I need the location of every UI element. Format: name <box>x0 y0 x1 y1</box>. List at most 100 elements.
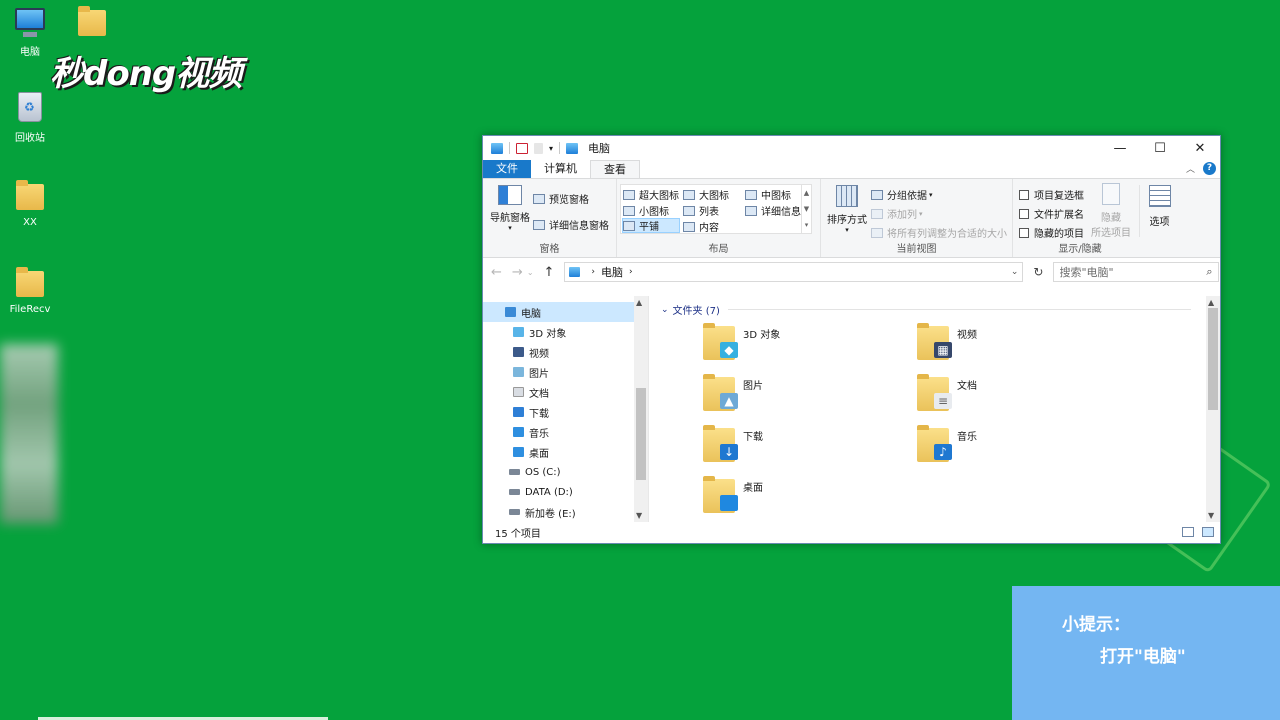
navigation-pane-button[interactable]: 导航窗格 ▾ <box>488 185 532 232</box>
medium-icons-icon <box>745 189 757 200</box>
nav-item-drive-c[interactable]: OS (C:) <box>483 462 648 482</box>
size-columns-icon <box>871 227 883 238</box>
documents-icon <box>513 387 524 397</box>
address-dropdown-icon[interactable]: ⌄ <box>1011 267 1019 277</box>
desktop-icon-folder[interactable] <box>62 6 122 43</box>
help-icon[interactable]: ? <box>1203 162 1216 175</box>
layout-details[interactable]: 详细信息 <box>745 203 801 218</box>
nav-item-music[interactable]: 音乐 <box>483 422 648 442</box>
nav-item-3d-objects[interactable]: 3D 对象 <box>483 322 648 342</box>
scroll-down-icon[interactable]: ▼ <box>636 511 642 520</box>
folder-icon: ▦ <box>917 323 952 360</box>
nav-item-desktop[interactable]: 桌面 <box>483 442 648 462</box>
layout-gallery-scroll[interactable]: ▲ ▼ ▾ <box>801 185 811 233</box>
file-extensions-toggle[interactable]: 文件扩展名 <box>1019 206 1084 221</box>
folder-icon <box>703 476 738 513</box>
details-view-icon[interactable] <box>1182 527 1194 537</box>
layout-list[interactable]: 列表 <box>683 203 719 218</box>
preview-pane-button[interactable]: 预览窗格 <box>533 191 589 206</box>
tab-file[interactable]: 文件 <box>483 160 531 178</box>
nav-item-drive-e[interactable]: 新加卷 (E:) <box>483 502 648 522</box>
scroll-thumb[interactable] <box>636 388 646 480</box>
layout-small-icons[interactable]: 小图标 <box>623 203 669 218</box>
large-icons-view-icon[interactable] <box>1202 527 1214 537</box>
forward-icon[interactable]: → <box>512 265 523 280</box>
computer-icon <box>15 8 45 37</box>
hide-selected-items-button[interactable]: 隐藏 所选项目 <box>1089 183 1133 239</box>
nav-item-downloads[interactable]: 下载 <box>483 402 648 422</box>
layout-extra-large-icons[interactable]: 超大图标 <box>623 187 679 202</box>
breadcrumb-separator-icon[interactable]: › <box>591 267 595 277</box>
separator <box>509 142 510 154</box>
folder-desktop[interactable]: 桌面 <box>703 476 763 513</box>
content-area: 电脑 3D 对象 视频 图片 文档 下载 音乐 桌面 OS (C:) DATA … <box>483 296 1220 522</box>
desktop-icon-recycle-bin[interactable]: 回收站 <box>0 92 60 144</box>
tab-computer[interactable]: 计算机 <box>531 160 590 178</box>
layout-medium-icons[interactable]: 中图标 <box>745 187 791 202</box>
tab-view[interactable]: 查看 <box>590 160 640 178</box>
main-scrollbar[interactable]: ▲ ▼ <box>1206 296 1220 522</box>
scroll-down-icon[interactable]: ▼ <box>1208 511 1214 520</box>
pictures-icon <box>513 367 524 377</box>
search-input[interactable]: 搜索"电脑" ⌕ <box>1053 262 1220 282</box>
address-bar[interactable]: › 电脑 › ⌄ <box>564 262 1024 282</box>
properties-icon[interactable] <box>516 142 528 154</box>
sort-by-button[interactable]: 排序方式 ▾ <box>825 185 869 234</box>
nav-item-computer[interactable]: 电脑 <box>483 302 648 322</box>
layout-content[interactable]: 内容 <box>683 219 719 234</box>
collapse-ribbon-icon[interactable]: ︿ <box>1186 162 1195 175</box>
collapse-icon[interactable]: ⌄ <box>661 305 669 315</box>
breadcrumb-separator-icon[interactable]: › <box>629 267 633 277</box>
group-by-icon <box>871 189 883 200</box>
nav-item-videos[interactable]: 视频 <box>483 342 648 362</box>
folder-pictures[interactable]: ▲ 图片 <box>703 374 763 411</box>
nav-item-documents[interactable]: 文档 <box>483 382 648 402</box>
hidden-items-toggle[interactable]: 隐藏的项目 <box>1019 225 1084 240</box>
small-icons-icon <box>623 205 635 216</box>
folder-icon: ↓ <box>703 425 738 462</box>
desktop-icon-filerecv[interactable]: FileRecv <box>0 267 60 315</box>
checkbox[interactable] <box>1019 189 1029 200</box>
back-icon[interactable]: ← <box>491 265 502 280</box>
folder-music[interactable]: ♪ 音乐 <box>917 425 977 462</box>
new-folder-icon[interactable] <box>534 142 543 154</box>
layout-tiles[interactable]: 平铺 <box>622 218 680 233</box>
drive-icon <box>509 489 520 495</box>
minimize-button[interactable]: — <box>1100 136 1140 160</box>
ribbon-group-show-hide: 项目复选框 文件扩展名 隐藏的项目 隐藏 所选项目 选项 显示/隐藏 <box>1013 179 1187 257</box>
scroll-up-icon[interactable]: ▲ <box>1208 298 1214 307</box>
up-icon[interactable]: ↑ <box>544 265 555 280</box>
folder-3d-objects[interactable]: ◆ 3D 对象 <box>703 323 780 360</box>
item-checkboxes-toggle[interactable]: 项目复选框 <box>1019 187 1084 202</box>
desktop-icon-label: 回收站 <box>15 133 45 144</box>
details-pane-button[interactable]: 详细信息窗格 <box>533 217 609 232</box>
breadcrumb-item[interactable]: 电脑 <box>601 264 623 280</box>
hide-selected-icon <box>1102 183 1120 205</box>
options-button[interactable]: 选项 <box>1139 185 1179 237</box>
close-button[interactable]: ✕ <box>1180 136 1220 160</box>
group-by-button[interactable]: 分组依据 ▾ <box>871 187 933 202</box>
checkbox[interactable] <box>1019 208 1029 219</box>
scroll-up-icon[interactable]: ▲ <box>636 298 642 307</box>
scroll-thumb[interactable] <box>1208 308 1218 410</box>
nav-scrollbar[interactable]: ▲ ▼ <box>634 296 648 522</box>
folder-documents[interactable]: ≡ 文档 <box>917 374 977 411</box>
folder-videos[interactable]: ▦ 视频 <box>917 323 977 360</box>
title-bar[interactable]: ▾ 电脑 — ☐ ✕ <box>483 136 1220 160</box>
desktop-icon-xx[interactable]: XX <box>0 180 60 228</box>
nav-item-drive-d[interactable]: DATA (D:) <box>483 482 648 502</box>
nav-item-pictures[interactable]: 图片 <box>483 362 648 382</box>
size-all-columns-button[interactable]: 将所有列调整为合适的大小 <box>871 225 1007 240</box>
ribbon-group-current-view: 排序方式 ▾ 分组依据 ▾ 添加列 ▾ 将所有列调整为合适的大小 当前视图 <box>821 179 1013 257</box>
recent-locations-icon[interactable]: ⌄ <box>527 268 534 277</box>
add-columns-button[interactable]: 添加列 ▾ <box>871 206 923 221</box>
window-title: 电脑 <box>588 142 611 155</box>
customize-quick-access-icon[interactable]: ▾ <box>549 144 553 153</box>
folder-downloads[interactable]: ↓ 下载 <box>703 425 763 462</box>
layout-large-icons[interactable]: 大图标 <box>683 187 729 202</box>
maximize-button[interactable]: ☐ <box>1140 136 1180 160</box>
refresh-icon[interactable]: ↻ <box>1033 265 1043 279</box>
group-header[interactable]: ⌄ 文件夹 (7) <box>661 302 1191 318</box>
checkbox[interactable] <box>1019 227 1029 238</box>
drive-icon <box>509 469 520 475</box>
